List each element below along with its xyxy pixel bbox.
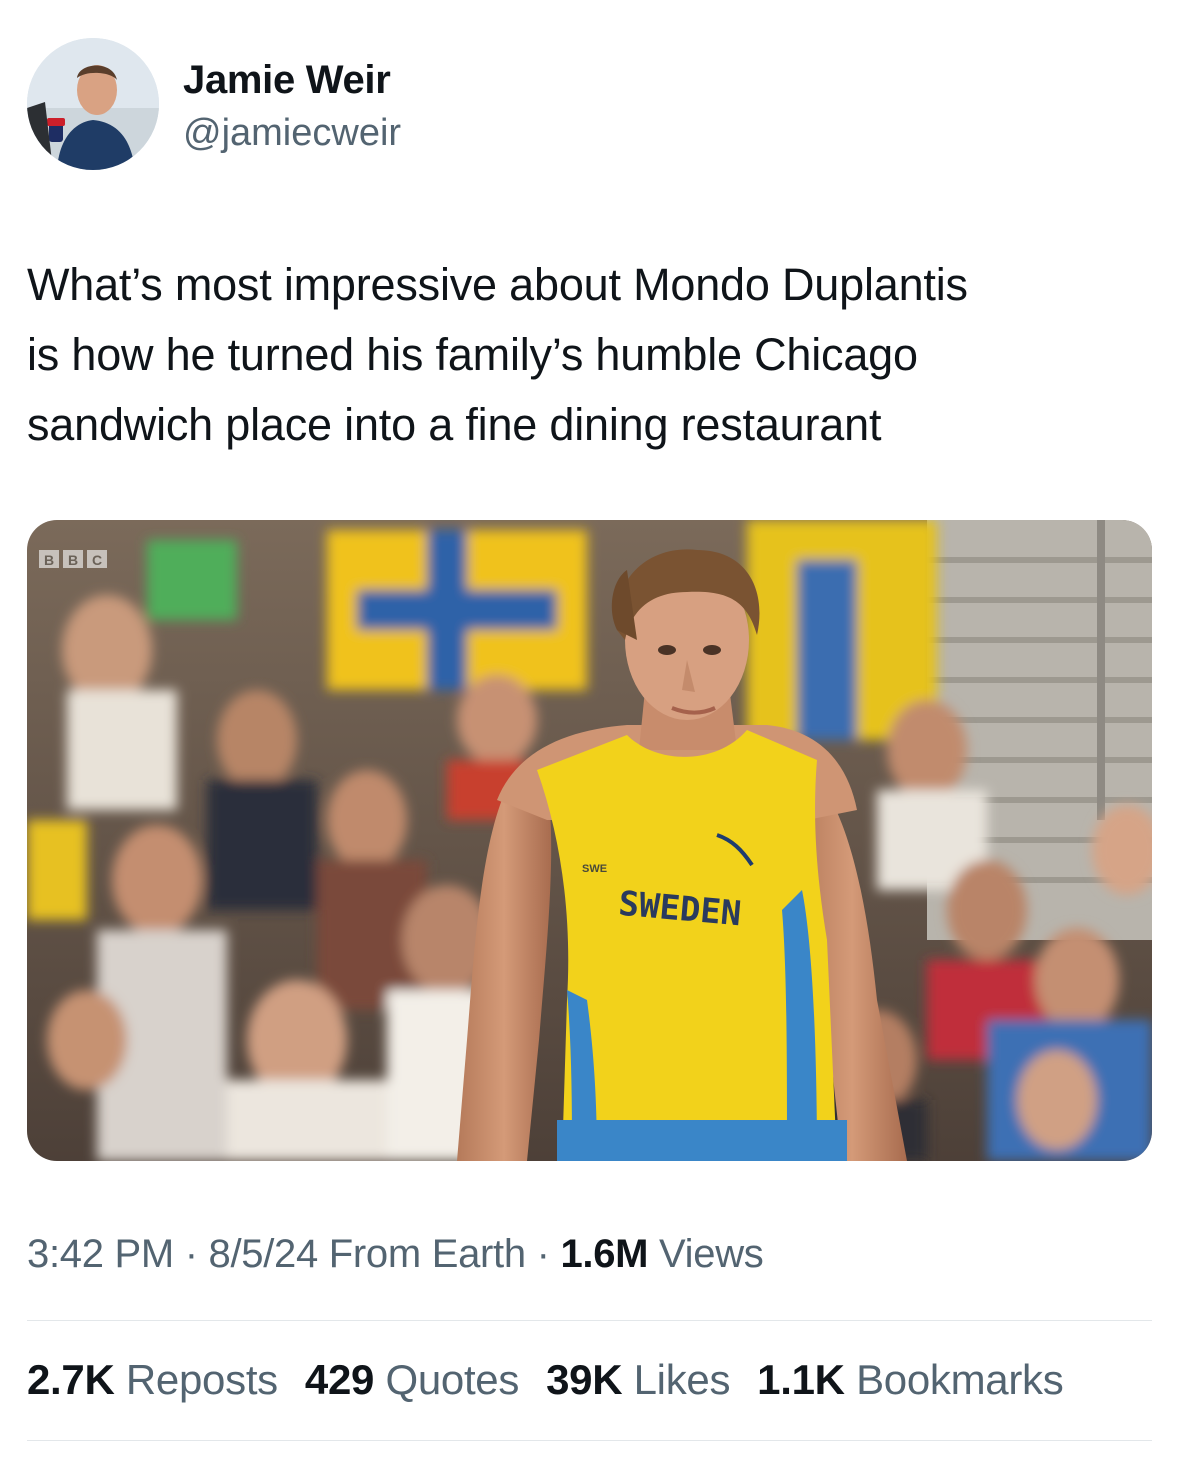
- reposts-stat[interactable]: 2.7K Reposts: [27, 1356, 278, 1404]
- likes-label: Likes: [633, 1356, 731, 1403]
- tweet-meta: 3:42 PM · 8/5/24 From Earth · 1.6M Views: [27, 1232, 764, 1277]
- bbc-logo-letter: B: [68, 552, 78, 568]
- tweet-text: What’s most impressive about Mondo Dupla…: [27, 250, 1147, 460]
- bookmarks-label: Bookmarks: [856, 1356, 1064, 1403]
- meta-separator: ·: [525, 1232, 561, 1276]
- tweet-header: Jamie Weir @jamiecweir: [27, 38, 1147, 172]
- bookmarks-stat[interactable]: 1.1K Bookmarks: [757, 1356, 1064, 1404]
- divider: [27, 1440, 1152, 1441]
- avatar[interactable]: [27, 38, 159, 170]
- tweet-text-line: sandwich place into a fine dining restau…: [27, 399, 882, 450]
- author-name[interactable]: Jamie Weir: [183, 58, 391, 103]
- athlete-photo: B B C SWEDEN SWE: [27, 520, 1152, 1161]
- bbc-logo-letter: C: [92, 552, 102, 568]
- jersey-badge: SWE: [582, 863, 607, 875]
- bbc-logo: B B C: [39, 550, 107, 568]
- author-handle[interactable]: @jamiecweir: [183, 112, 401, 155]
- quotes-label: Quotes: [385, 1356, 520, 1403]
- meta-separator: ·: [173, 1232, 209, 1276]
- reposts-count: 2.7K: [27, 1356, 115, 1403]
- tweet-source: From Earth: [317, 1232, 526, 1276]
- avatar-image: [27, 38, 159, 170]
- engagement-stats: 2.7K Reposts 429 Quotes 39K Likes 1.1K B…: [27, 1356, 1064, 1404]
- views-label: Views: [648, 1232, 764, 1276]
- views-count: 1.6M: [560, 1232, 649, 1276]
- reposts-label: Reposts: [125, 1356, 278, 1403]
- likes-stat[interactable]: 39K Likes: [546, 1356, 730, 1404]
- tweet-text-line: What’s most impressive about Mondo Dupla…: [27, 259, 968, 310]
- likes-count: 39K: [546, 1356, 623, 1403]
- tweet-time[interactable]: 3:42 PM: [27, 1232, 174, 1276]
- quotes-stat[interactable]: 429 Quotes: [305, 1356, 519, 1404]
- bbc-logo-letter: B: [44, 552, 54, 568]
- bookmarks-count: 1.1K: [757, 1356, 845, 1403]
- tweet-text-line: is how he turned his family’s humble Chi…: [27, 329, 918, 380]
- quotes-count: 429: [304, 1356, 375, 1403]
- tweet-media-image[interactable]: B B C SWEDEN SWE: [27, 520, 1152, 1161]
- tweet-date[interactable]: 8/5/24: [209, 1232, 319, 1276]
- divider: [27, 1320, 1152, 1321]
